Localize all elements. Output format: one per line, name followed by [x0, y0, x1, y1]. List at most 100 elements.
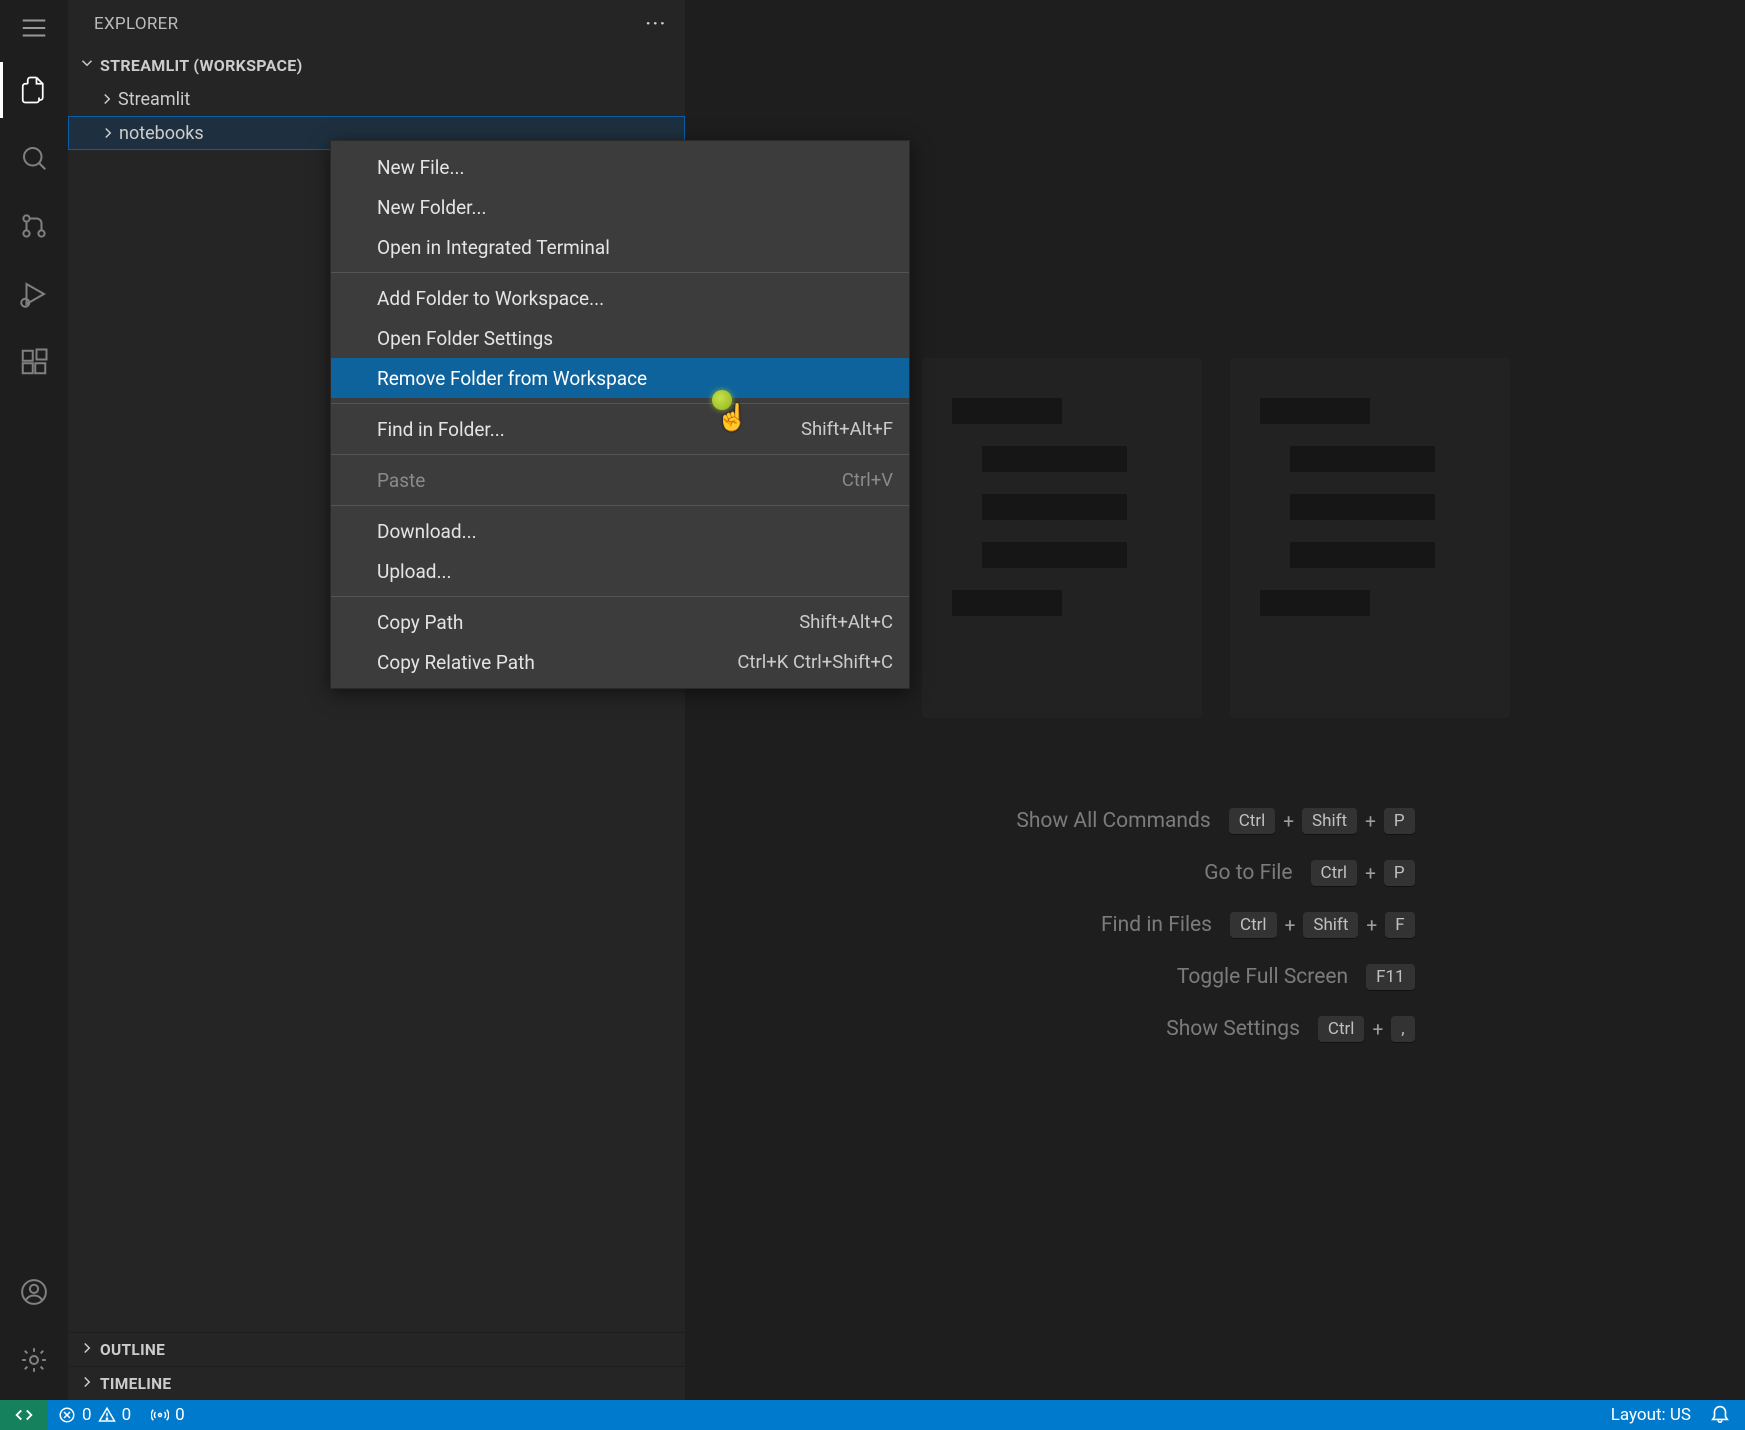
shortcut-row: Show Settings Ctrl +,	[1016, 1016, 1414, 1042]
context-menu-label: Upload...	[377, 560, 452, 583]
plus-icon: +	[1372, 1018, 1383, 1041]
welcome-graphic	[922, 358, 1510, 718]
context-menu-separator	[331, 454, 909, 455]
status-ports[interactable]: 0	[141, 1400, 195, 1430]
chevron-right-icon	[97, 124, 119, 142]
chevron-down-icon	[78, 54, 96, 76]
context-menu-shortcut: Shift+Alt+C	[799, 611, 893, 633]
status-ports-count: 0	[175, 1405, 185, 1425]
shortcut-label: Toggle Full Screen	[1177, 965, 1348, 989]
context-menu-shortcut: Ctrl+K Ctrl+Shift+C	[737, 651, 893, 673]
shortcut-label: Show Settings	[1166, 1017, 1300, 1041]
key: Ctrl	[1229, 808, 1276, 834]
context-menu-item[interactable]: Download...	[331, 511, 909, 551]
shortcut-label: Go to File	[1204, 861, 1292, 885]
activity-source-control[interactable]	[0, 192, 68, 260]
workspace-label: STREAMLIT (WORKSPACE)	[100, 56, 303, 75]
key: F11	[1366, 964, 1415, 990]
context-menu-item[interactable]: New File...	[331, 147, 909, 187]
chevron-right-icon	[96, 90, 118, 108]
key: ,	[1391, 1016, 1414, 1042]
context-menu-label: Open in Integrated Terminal	[377, 236, 610, 259]
context-menu-label: Copy Path	[377, 611, 463, 634]
context-menu-item[interactable]: Open Folder Settings	[331, 318, 909, 358]
shortcut-keys: Ctrl + Shift + P	[1229, 808, 1415, 834]
context-menu-shortcut: Ctrl+V	[842, 469, 893, 491]
context-menu-item[interactable]: Add Folder to Workspace...	[331, 278, 909, 318]
shortcut-keys: Ctrl + P	[1311, 860, 1415, 886]
key: P	[1384, 860, 1415, 886]
explorer-more-icon[interactable]: ···	[646, 14, 667, 34]
activity-run-debug[interactable]	[0, 260, 68, 328]
timeline-section[interactable]: TIMELINE	[68, 1366, 685, 1400]
context-menu-label: New File...	[377, 156, 464, 179]
welcome-doc-left	[922, 358, 1202, 718]
shortcut-row: Toggle Full Screen F11	[1016, 964, 1414, 990]
context-menu-item[interactable]: Upload...	[331, 551, 909, 591]
activity-bar	[0, 0, 68, 1400]
chevron-right-icon	[78, 1373, 96, 1395]
outline-section[interactable]: OUTLINE	[68, 1332, 685, 1366]
context-menu-label: New Folder...	[377, 196, 487, 219]
explorer-title: EXPLORER	[94, 14, 178, 34]
context-menu-label: Copy Relative Path	[377, 651, 535, 674]
shortcut-keys: Ctrl+Shift+F	[1230, 912, 1415, 938]
key: Ctrl	[1230, 912, 1277, 938]
context-menu-shortcut: Shift+Alt+F	[801, 418, 893, 440]
welcome-doc-right	[1230, 358, 1510, 718]
plus-icon: +	[1366, 914, 1377, 937]
tree-folder-streamlit[interactable]: Streamlit	[68, 82, 685, 116]
shortcut-label: Find in Files	[1101, 913, 1212, 937]
shortcut-row: Find in FilesCtrl+Shift+F	[1016, 912, 1414, 938]
context-menu-item[interactable]: Copy Relative Path Ctrl+K Ctrl+Shift+C	[331, 642, 909, 682]
welcome-shortcuts: Show All Commands Ctrl + Shift + P Go to File C…	[1016, 808, 1414, 1042]
context-menu-label: Find in Folder...	[377, 418, 505, 441]
context-menu-label: Remove Folder from Workspace	[377, 367, 647, 390]
context-menu-separator	[331, 403, 909, 404]
context-menu-label: Download...	[377, 520, 477, 543]
key: Shift	[1302, 808, 1357, 834]
key: P	[1384, 808, 1415, 834]
context-menu-item[interactable]: Find in Folder... Shift+Alt+F	[331, 409, 909, 449]
shortcut-label: Show All Commands	[1016, 809, 1210, 833]
plus-icon: +	[1285, 914, 1296, 937]
plus-icon: +	[1283, 810, 1294, 833]
activity-extensions[interactable]	[0, 328, 68, 396]
context-menu-separator	[331, 505, 909, 506]
context-menu: New File... New Folder... Open in Integrat…	[330, 140, 910, 689]
activity-settings[interactable]	[0, 1326, 68, 1394]
status-layout[interactable]: Layout: US	[1611, 1405, 1691, 1425]
shortcut-row: Go to File Ctrl + P	[1016, 860, 1414, 886]
timeline-label: TIMELINE	[100, 1375, 171, 1393]
plus-icon: +	[1365, 862, 1376, 885]
shortcut-keys: F11	[1366, 964, 1415, 990]
context-menu-label: Open Folder Settings	[377, 327, 553, 350]
context-menu-item[interactable]: New Folder...	[331, 187, 909, 227]
context-menu-separator	[331, 272, 909, 273]
menu-icon[interactable]	[16, 10, 52, 46]
context-menu-item[interactable]: Open in Integrated Terminal	[331, 227, 909, 267]
context-menu-separator	[331, 596, 909, 597]
activity-accounts[interactable]	[0, 1258, 68, 1326]
context-menu-label: Add Folder to Workspace...	[377, 287, 604, 310]
plus-icon: +	[1365, 810, 1376, 833]
key: F	[1385, 912, 1414, 938]
workspace-header[interactable]: STREAMLIT (WORKSPACE)	[68, 48, 685, 82]
remote-indicator[interactable]	[0, 1400, 48, 1430]
status-problems[interactable]: 0 0	[48, 1400, 141, 1430]
activity-explorer[interactable]	[0, 56, 68, 124]
bell-icon[interactable]	[1709, 1402, 1731, 1429]
status-warnings-count: 0	[122, 1405, 132, 1425]
key: Ctrl	[1311, 860, 1358, 886]
tree-item-label: notebooks	[119, 123, 204, 144]
chevron-right-icon	[78, 1339, 96, 1361]
context-menu-item[interactable]: Remove Folder from Workspace	[331, 358, 909, 398]
outline-label: OUTLINE	[100, 1341, 165, 1359]
shortcut-row: Show All Commands Ctrl + Shift + P	[1016, 808, 1414, 834]
tree-item-label: Streamlit	[118, 89, 190, 110]
activity-search[interactable]	[0, 124, 68, 192]
key: Ctrl	[1318, 1016, 1365, 1042]
context-menu-label: Paste	[377, 469, 425, 492]
status-errors-count: 0	[82, 1405, 92, 1425]
context-menu-item[interactable]: Copy Path Shift+Alt+C	[331, 602, 909, 642]
